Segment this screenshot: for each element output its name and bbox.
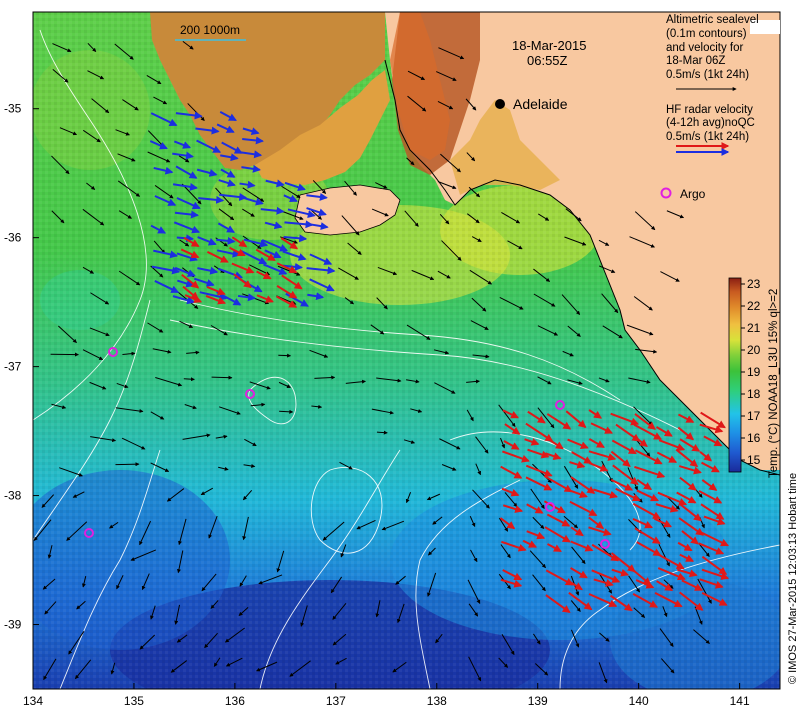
legend-radar-line: 0.5m/s (1kt 24h): [666, 131, 749, 143]
scale-bar-label: 200 1000m: [180, 23, 240, 37]
legend-radar-line: (4-12h avg)noQC: [666, 117, 755, 129]
time-label: 06:55Z: [527, 53, 568, 68]
x-tick-label: 139: [528, 694, 548, 708]
adelaide-marker: [495, 99, 505, 109]
velocity-arrow: [278, 353, 292, 358]
colorbar-tick-label: 21: [747, 321, 761, 335]
velocity-arrow: [211, 375, 233, 380]
x-tick-label: 134: [23, 694, 43, 708]
adelaide-label: Adelaide: [513, 96, 568, 112]
x-tick-label: 140: [629, 694, 649, 708]
colorbar-tick-label: 22: [747, 299, 761, 313]
colorbar-tick-label: 23: [747, 277, 761, 291]
colorbar-ramp: [728, 277, 742, 473]
x-tick-label: 135: [124, 694, 144, 708]
legend-sealevel-line: and velocity for: [666, 42, 744, 54]
credit-text: © IMOS 27-Mar-2015 12:03:13 Hobart time: [787, 473, 799, 684]
legend-sealevel-line: 18-Mar 06Z: [666, 55, 725, 67]
y-tick-label: -36: [4, 231, 22, 245]
legend-sealevel-line: 0.5m/s (1kt 24h): [666, 69, 749, 81]
velocity-arrow: [183, 377, 195, 382]
velocity-arrow: [115, 462, 140, 467]
colorbar-tick-label: 20: [747, 343, 761, 357]
y-tick-label: -39: [4, 618, 22, 632]
y-tick-label: -35: [4, 102, 22, 116]
legend-argo-label: Argo: [680, 187, 706, 201]
sst-map-figure: 134 135 136 137 138 139 140 141 -35 -36 -37 -38 -39…: [4, 11, 799, 708]
date-label: 18-Mar-2015: [512, 38, 586, 53]
velocity-arrow: [376, 430, 388, 435]
x-tick-label: 138: [427, 694, 447, 708]
colorbar-tick-label: 16: [747, 431, 761, 445]
x-tick-label: 136: [225, 694, 245, 708]
legend-sealevel-line: (0.1m contours): [666, 28, 747, 40]
legend-sealevel-line: Altimetric sealevel: [666, 14, 759, 26]
colorbar-ticks: 15 16 17 18 19 20 21 22 23: [741, 277, 761, 467]
colorbar-tick-label: 19: [747, 365, 761, 379]
x-tick-label: 137: [326, 694, 346, 708]
colorbar-tick-label: 18: [747, 387, 761, 401]
y-tick-label: -37: [4, 360, 22, 374]
legend-radar-line: HF radar velocity: [666, 104, 753, 116]
colorbar-tick-label: 17: [747, 409, 761, 423]
colorbar-title: Temp. (°C) NOAA18_L3U 15% ql>=2: [768, 289, 780, 478]
x-tick-label: 141: [730, 694, 750, 708]
y-tick-label: -38: [4, 489, 22, 503]
colorbar-tick-label: 15: [747, 453, 761, 467]
